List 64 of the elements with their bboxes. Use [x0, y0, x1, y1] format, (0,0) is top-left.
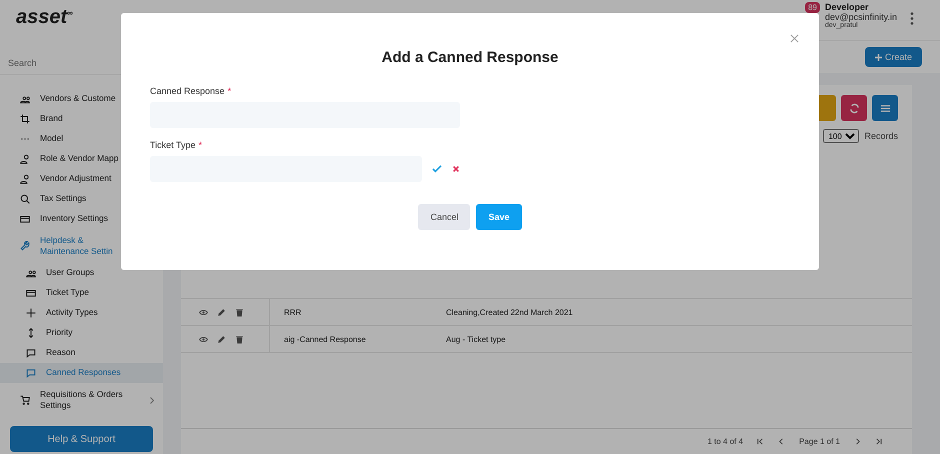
sidebar-subitem[interactable]: Priority	[0, 323, 163, 343]
table-cell-text: aig -Canned Response	[283, 334, 367, 344]
up-down-icon	[26, 328, 36, 338]
help-support-button[interactable]: Help & Support	[10, 426, 153, 452]
records-label: Records	[864, 131, 898, 141]
sidebar-item[interactable]: Requisitions & Orders Settings	[0, 383, 163, 417]
page-size-select[interactable]: 100	[823, 129, 860, 143]
previous-page-icon[interactable]	[778, 438, 786, 445]
sidebar-subitem[interactable]: Ticket Type	[0, 283, 163, 303]
person-icon	[20, 174, 30, 184]
user-name: Developer	[825, 2, 870, 12]
table-cell: Aug - Ticket type	[446, 334, 506, 344]
chevron-right-icon	[149, 396, 155, 404]
field-label: Canned Response	[150, 86, 225, 96]
sidebar-item[interactable]: Role & Vendor Mapp	[0, 149, 163, 169]
required-mark: *	[198, 140, 202, 150]
edit-icon[interactable]	[217, 308, 226, 316]
field-label: Ticket Type	[150, 140, 196, 150]
delete-icon[interactable]	[235, 308, 244, 316]
wrench-icon	[20, 241, 30, 251]
delete-icon[interactable]	[235, 334, 244, 344]
close-icon[interactable]	[790, 34, 799, 43]
view-icon[interactable]	[199, 308, 208, 316]
move-icon	[26, 308, 36, 318]
required-mark: *	[228, 86, 232, 96]
person-icon	[20, 154, 30, 164]
cart-icon	[20, 395, 30, 405]
filter-button[interactable]	[872, 95, 898, 121]
box-icon	[20, 214, 30, 224]
first-page-icon[interactable]	[757, 438, 764, 445]
sidebar-item[interactable]: Helpdesk & Maintenance Settin	[0, 229, 163, 263]
plus-icon	[874, 54, 882, 60]
last-page-icon[interactable]	[875, 438, 882, 445]
table-cell-text: RRR	[283, 308, 302, 316]
sliders-icon	[880, 102, 890, 114]
more-menu-icon[interactable]	[910, 12, 914, 25]
edit-icon[interactable]	[217, 334, 226, 344]
user-email: dev@pcsinfinity.in	[825, 12, 897, 22]
modal-title: Add a Canned Response	[380, 49, 560, 66]
refresh-icon	[848, 102, 860, 114]
sidebar-subitem[interactable]: Reason	[0, 343, 163, 363]
sidebar-subitem[interactable]: User Groups	[0, 263, 163, 283]
page-indicator: Page 1 of 1	[799, 437, 840, 446]
next-page-icon[interactable]	[854, 438, 861, 445]
people-icon	[20, 94, 30, 104]
search-icon	[20, 194, 30, 204]
sidebar-item[interactable]: Tax Settings	[0, 189, 163, 209]
brand-logo: asset$^{∞}$	[15, 5, 74, 30]
crop-icon	[20, 114, 30, 124]
view-icon[interactable]	[199, 334, 208, 344]
sidebar-subitem[interactable]: Activity Types	[0, 303, 163, 323]
pagination-range: 1 to 4 of 4	[707, 437, 744, 446]
card-icon	[26, 288, 36, 298]
notification-badge[interactable]: 89	[805, 2, 820, 13]
create-button[interactable]: Create	[864, 47, 922, 67]
table-cell: Cleaning,Created 22nd March 2021	[446, 308, 573, 316]
check-icon[interactable]	[432, 165, 442, 173]
refresh-button[interactable]	[841, 95, 867, 121]
sidebar-item[interactable]: Vendor Adjustment	[0, 169, 163, 189]
cancel-button[interactable]: Cancel	[418, 204, 470, 230]
close-icon[interactable]	[452, 165, 460, 173]
people-icon	[26, 268, 36, 278]
sidebar-item[interactable]: Inventory Settings	[0, 209, 163, 229]
sidebar-item[interactable]: Brand	[0, 109, 163, 129]
